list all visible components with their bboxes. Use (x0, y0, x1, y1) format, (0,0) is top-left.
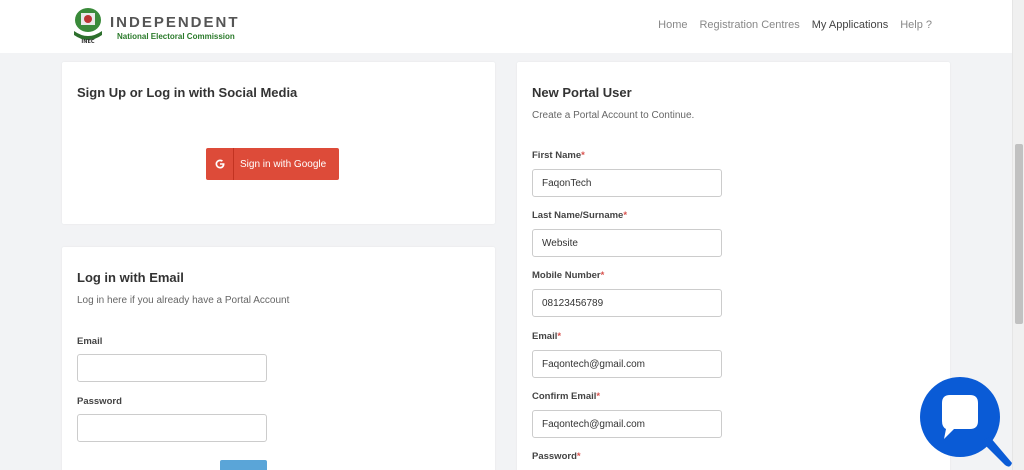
required-mark: * (557, 331, 562, 342)
top-navbar: INEC INDEPENDENT National Electoral Comm… (0, 0, 1012, 53)
login-submit-button[interactable] (220, 460, 267, 470)
mobile-number-label: Mobile Number* (532, 270, 605, 281)
svg-text:INEC: INEC (81, 39, 94, 45)
required-mark: * (581, 150, 585, 161)
scrollbar-thumb[interactable] (1015, 144, 1023, 324)
login-card-title: Log in with Email (77, 270, 184, 285)
nav-help[interactable]: Help ? (900, 19, 932, 31)
org-subtitle: National Electoral Commission (117, 32, 235, 41)
register-email-input[interactable] (532, 350, 722, 378)
required-mark: * (600, 270, 605, 281)
inec-logo-icon[interactable]: INEC (71, 5, 105, 45)
login-password-label: Password (77, 396, 122, 407)
nav-my-applications[interactable]: My Applications (812, 19, 888, 31)
login-email-input[interactable] (77, 354, 267, 382)
google-signin-button[interactable]: Sign in with Google (206, 148, 339, 180)
new-user-card: New Portal User Create a Portal Account … (517, 62, 950, 470)
confirm-email-label: Confirm Email* (532, 391, 601, 402)
main-nav: Home Registration Centres My Application… (658, 19, 1012, 31)
login-password-input[interactable] (77, 414, 267, 442)
mobile-number-input[interactable] (532, 289, 722, 317)
social-card-title: Sign Up or Log in with Social Media (77, 85, 298, 100)
login-card-subtitle: Log in here if you already have a Portal… (77, 295, 290, 306)
google-signin-label: Sign in with Google (240, 158, 327, 170)
required-mark: * (596, 391, 601, 402)
required-mark: * (623, 210, 628, 221)
register-email-label: Email* (532, 331, 562, 342)
google-icon (206, 148, 234, 180)
required-mark: * (576, 451, 581, 462)
chat-search-icon[interactable] (918, 375, 1014, 470)
nav-registration-centres[interactable]: Registration Centres (699, 19, 799, 31)
register-card-subtitle: Create a Portal Account to Continue. (532, 110, 695, 121)
first-name-input[interactable] (532, 169, 722, 197)
email-login-card: Log in with Email Log in here if you alr… (62, 247, 495, 470)
last-name-input[interactable] (532, 229, 722, 257)
nav-home[interactable]: Home (658, 19, 687, 31)
org-name: INDEPENDENT (110, 14, 240, 31)
last-name-label: Last Name/Surname* (532, 210, 628, 221)
confirm-email-input[interactable] (532, 410, 722, 438)
first-name-label: First Name* (532, 150, 585, 161)
login-email-label: Email (77, 336, 103, 347)
social-login-card: Sign Up or Log in with Social Media Sign… (62, 62, 495, 224)
register-card-title: New Portal User (532, 85, 632, 100)
register-password-label: Password* (532, 451, 581, 462)
